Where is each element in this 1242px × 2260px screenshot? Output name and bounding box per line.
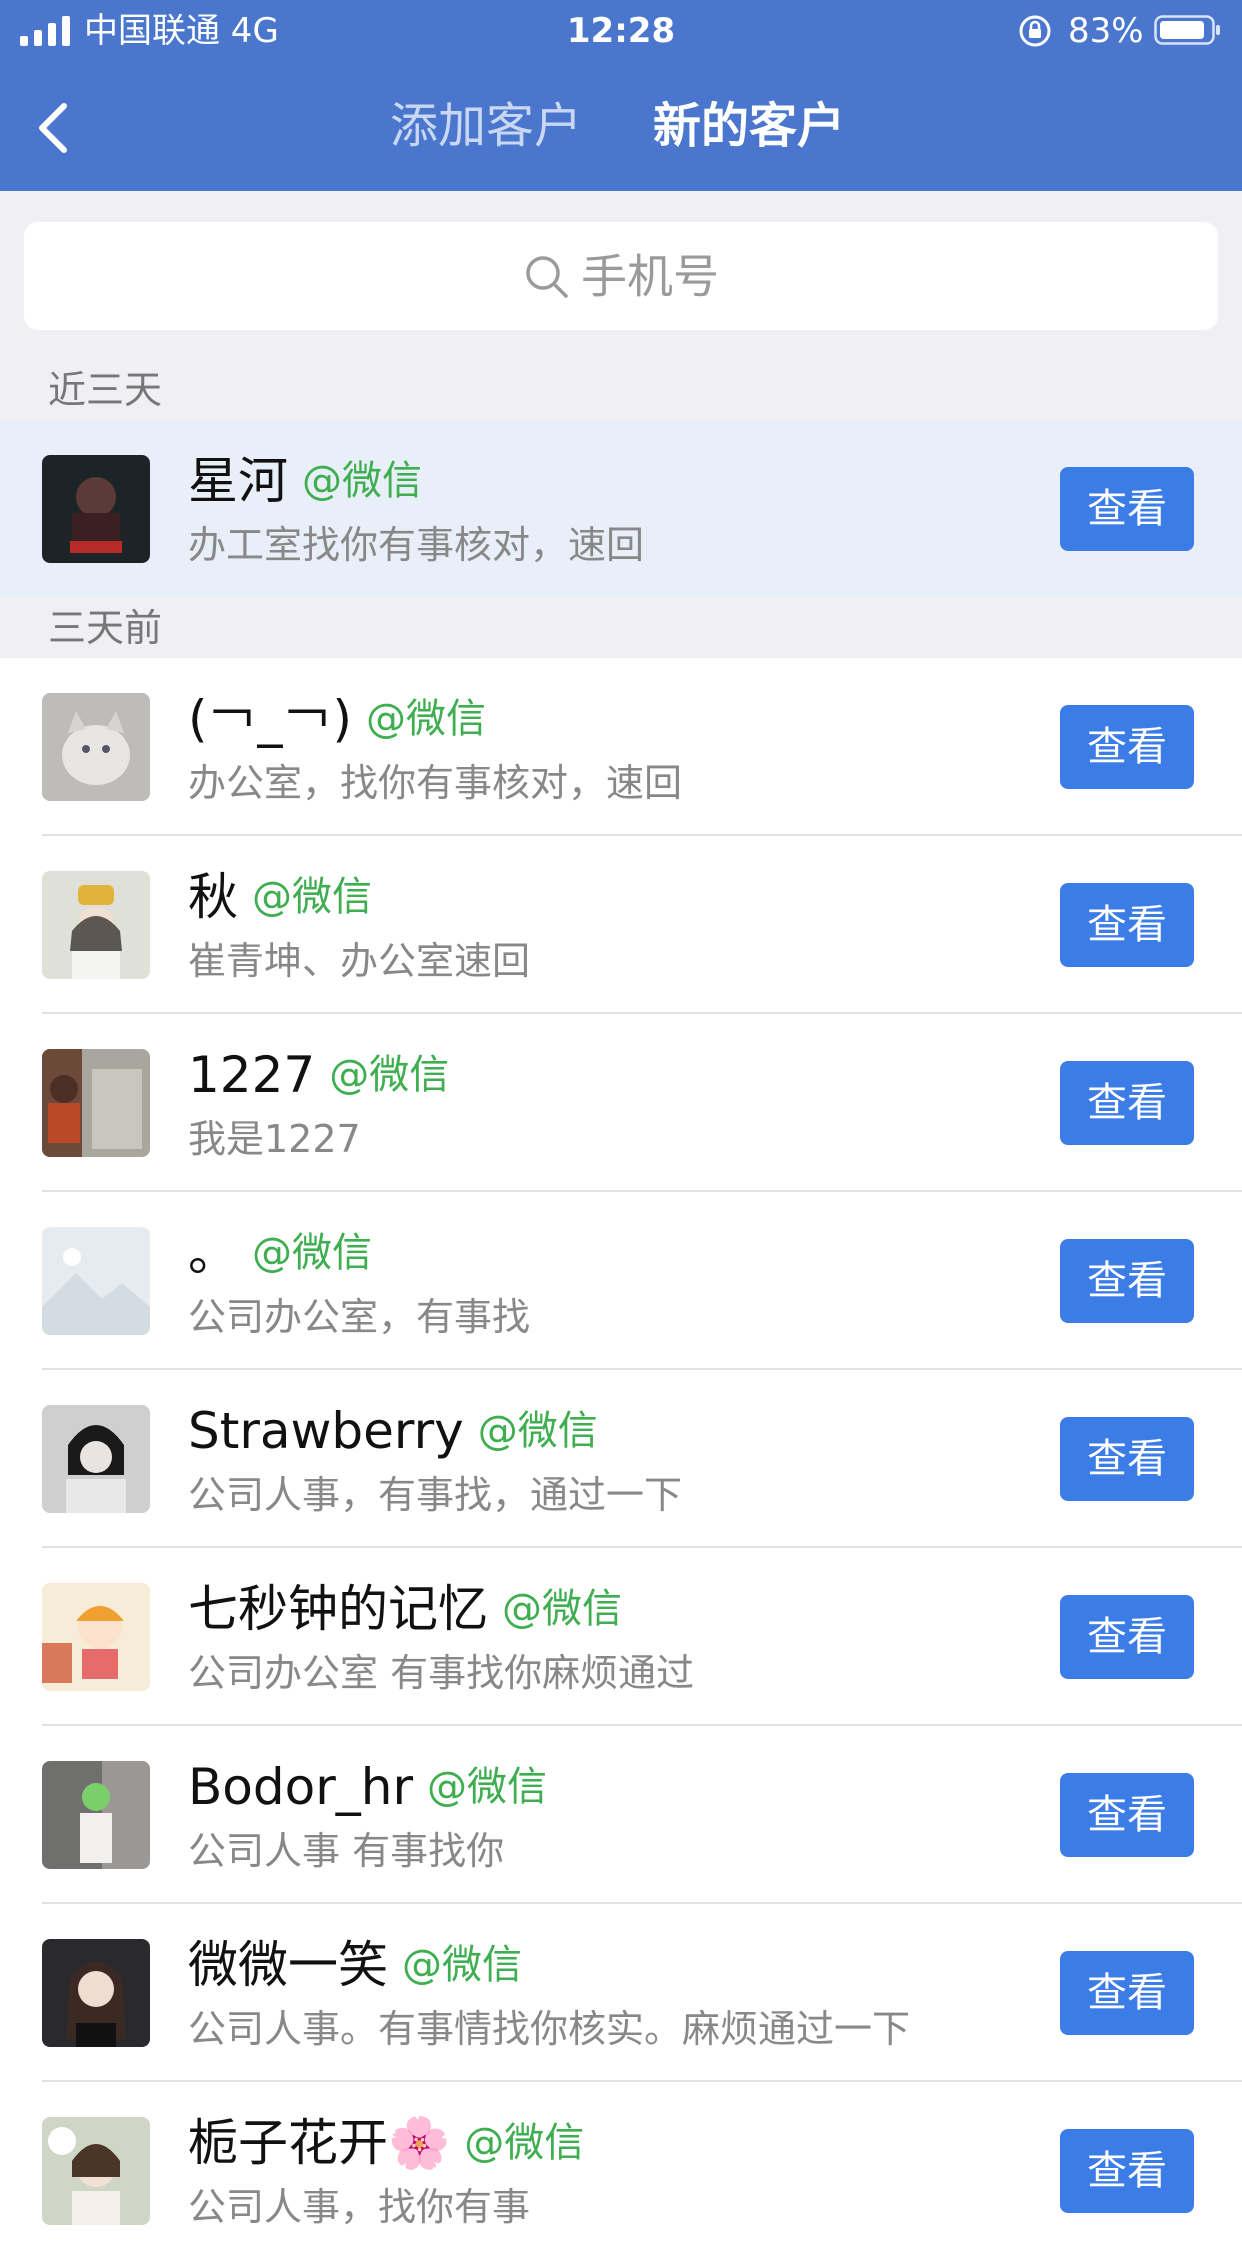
source-tag: @微信 xyxy=(252,874,372,920)
source-tag: @微信 xyxy=(477,1408,598,1454)
source-tag: @微信 xyxy=(302,458,422,504)
list-item[interactable]: 微微一笑 @微信 公司人事。有事情找你核实。麻烦通过一下 查看 xyxy=(0,1904,1242,2082)
view-button[interactable]: 查看 xyxy=(1060,1773,1194,1857)
source-tag: @微信 xyxy=(427,1764,548,1810)
status-bar: 中国联通 4G 12:28 83% xyxy=(0,0,1242,62)
contact-name: 七秒钟的记忆 xyxy=(188,1580,488,1638)
avatar xyxy=(42,1227,150,1335)
list-item[interactable]: Strawberry @微信 公司人事，有事找，通过一下 查看 xyxy=(0,1370,1242,1548)
contact-message: 公司人事，找你有事 xyxy=(188,2185,531,2229)
rotation-lock-icon xyxy=(1019,15,1051,47)
tab-add-customer[interactable]: 添加客户 xyxy=(390,96,582,156)
contact-message: 办公室，找你有事核对，速回 xyxy=(188,761,683,805)
list-item[interactable]: 。 @微信 公司办公室，有事找 查看 xyxy=(0,1192,1242,1370)
source-tag: @微信 xyxy=(502,1586,622,1632)
search-input[interactable]: 手机号 xyxy=(24,222,1218,330)
contact-message: 公司办公室 有事找你麻烦通过 xyxy=(188,1651,695,1695)
contact-name: 星河 xyxy=(188,452,288,510)
avatar xyxy=(42,1761,150,1869)
search-placeholder: 手机号 xyxy=(581,249,719,304)
contact-name: Bodor_hr xyxy=(188,1758,414,1816)
contact-name: 。 xyxy=(188,1224,238,1282)
source-tag: @微信 xyxy=(252,1230,372,1276)
tab-new-customer[interactable]: 新的客户 xyxy=(653,96,845,156)
source-tag: @微信 xyxy=(366,696,487,742)
list-item[interactable]: 1227 @微信 我是1227 查看 xyxy=(0,1014,1242,1192)
search-icon xyxy=(526,255,568,298)
view-button[interactable]: 查看 xyxy=(1060,1417,1194,1501)
list-item[interactable]: 栀子花开🌸 @微信 公司人事，找你有事 查看 xyxy=(0,2082,1242,2260)
contact-name: 秋 xyxy=(188,868,238,926)
avatar xyxy=(42,1405,150,1513)
view-button[interactable]: 查看 xyxy=(1060,1239,1194,1323)
avatar xyxy=(42,871,150,979)
list-item[interactable]: 七秒钟的记忆 @微信 公司办公室 有事找你麻烦通过 查看 xyxy=(0,1548,1242,1726)
view-button[interactable]: 查看 xyxy=(1060,705,1194,789)
contact-message: 办工室找你有事核对，速回 xyxy=(188,523,645,567)
section-older-label: 三天前 xyxy=(48,606,163,650)
contact-message: 公司办公室，有事找 xyxy=(188,1295,531,1339)
contact-message: 我是1227 xyxy=(188,1117,361,1161)
battery-icon xyxy=(1154,15,1220,45)
contact-name: 微微一笑 xyxy=(188,1936,388,1994)
contact-name: Strawberry xyxy=(188,1402,464,1460)
source-tag: @微信 xyxy=(329,1052,450,1098)
avatar xyxy=(42,1939,150,2047)
avatar xyxy=(42,455,150,563)
view-button[interactable]: 查看 xyxy=(1060,1061,1194,1145)
contact-message: 崔青坤、办公室速回 xyxy=(188,939,531,983)
list-item[interactable]: (￢_￢) @微信 办公室，找你有事核对，速回 查看 xyxy=(0,658,1242,836)
avatar xyxy=(42,2117,150,2225)
list-item[interactable]: 秋 @微信 崔青坤、办公室速回 查看 xyxy=(0,836,1242,1014)
view-button[interactable]: 查看 xyxy=(1060,883,1194,967)
back-chevron-icon[interactable] xyxy=(34,98,74,158)
source-tag: @微信 xyxy=(402,1942,522,1988)
contact-message: 公司人事 有事找你 xyxy=(188,1829,505,1873)
list-item[interactable]: 星河 @微信 办工室找你有事核对，速回 查看 xyxy=(0,420,1242,598)
avatar xyxy=(42,693,150,801)
contact-name: 栀子花开🌸 xyxy=(188,2114,451,2172)
view-button[interactable]: 查看 xyxy=(1060,467,1194,551)
avatar xyxy=(42,1583,150,1691)
contact-message: 公司人事。有事情找你核实。麻烦通过一下 xyxy=(188,2007,911,2051)
contact-name: 1227 xyxy=(188,1046,316,1104)
source-tag: @微信 xyxy=(464,2120,585,2166)
avatar xyxy=(42,1049,150,1157)
status-time: 12:28 xyxy=(566,11,676,51)
view-button[interactable]: 查看 xyxy=(1060,1951,1194,2035)
app-header: 中国联通 4G 12:28 83% 添加客户 新的客户 xyxy=(0,0,1242,191)
view-button[interactable]: 查看 xyxy=(1060,1595,1194,1679)
battery-percent: 83% xyxy=(1068,11,1144,51)
view-button[interactable]: 查看 xyxy=(1060,2129,1194,2213)
contact-message: 公司人事，有事找，通过一下 xyxy=(188,1473,683,1517)
contact-name: (￢_￢) xyxy=(188,690,353,748)
list-item[interactable]: Bodor_hr @微信 公司人事 有事找你 查看 xyxy=(0,1726,1242,1904)
section-recent-label: 近三天 xyxy=(48,368,163,412)
